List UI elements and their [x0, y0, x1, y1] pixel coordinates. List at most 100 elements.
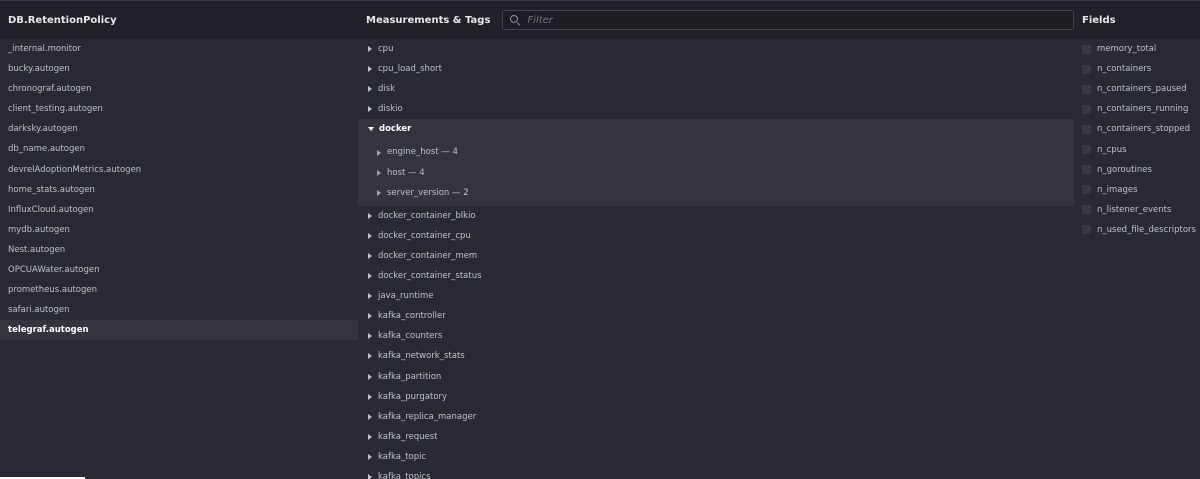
measurements-column-header: Measurements & Tags	[358, 1, 1074, 39]
measurement-item[interactable]: diskio	[358, 99, 1074, 119]
measurement-item[interactable]: kafka_network_stats	[358, 346, 1074, 366]
caret-right-icon	[368, 433, 372, 440]
measurement-item[interactable]: cpu_load_short	[358, 59, 1074, 79]
field-label: n_images	[1097, 184, 1138, 195]
field-checkbox[interactable]	[1082, 165, 1091, 175]
filter-input[interactable]	[527, 14, 1068, 26]
field-item[interactable]: n_cpus	[1074, 139, 1200, 159]
measurement-item[interactable]: kafka_purgatory	[358, 387, 1074, 407]
db-item[interactable]: Nest.autogen	[0, 240, 358, 260]
measurement-item[interactable]: kafka_topics	[358, 467, 1074, 479]
field-item[interactable]: memory_total	[1074, 39, 1200, 59]
field-checkbox[interactable]	[1082, 104, 1091, 114]
field-item[interactable]: n_images	[1074, 180, 1200, 200]
db-item[interactable]: _internal.monitor	[0, 39, 358, 59]
db-item-label: bucky.autogen	[8, 64, 70, 75]
expanded-measurement-group: docker engine_host — 4 host — 4 server_v…	[358, 119, 1074, 206]
measurement-label: docker_container_blkio	[378, 210, 476, 221]
tag-item[interactable]: server_version — 2	[358, 183, 1074, 203]
measurement-label: kafka_request	[378, 431, 438, 442]
measurement-item[interactable]: kafka_replica_manager	[358, 407, 1074, 427]
field-item[interactable]: n_containers_running	[1074, 99, 1200, 119]
db-item[interactable]: safari.autogen	[0, 300, 358, 320]
field-checkbox[interactable]	[1082, 64, 1091, 74]
db-item-label: db_name.autogen	[8, 144, 85, 155]
field-item[interactable]: n_containers_stopped	[1074, 119, 1200, 139]
caret-right-icon	[368, 252, 372, 259]
measurement-label: docker	[379, 124, 412, 135]
measurement-label: docker_container_mem	[378, 250, 478, 261]
db-item-label: mydb.autogen	[8, 224, 70, 235]
field-item[interactable]: n_goroutines	[1074, 160, 1200, 180]
db-item[interactable]: home_stats.autogen	[0, 180, 358, 200]
field-item[interactable]: n_listener_events	[1074, 200, 1200, 220]
tag-label: engine_host — 4	[387, 147, 458, 158]
measurement-item[interactable]: kafka_counters	[358, 326, 1074, 346]
caret-right-icon	[368, 333, 372, 340]
db-item-label: InfluxCloud.autogen	[8, 204, 94, 215]
db-column-title: DB.RetentionPolicy	[8, 14, 117, 26]
caret-right-icon	[368, 46, 372, 53]
field-checkbox[interactable]	[1082, 44, 1091, 54]
measurement-item[interactable]: docker_container_blkio	[358, 206, 1074, 226]
field-checkbox[interactable]	[1082, 205, 1091, 215]
filter-box[interactable]	[502, 10, 1074, 30]
measurement-item[interactable]: kafka_controller	[358, 306, 1074, 326]
db-item-label: _internal.monitor	[8, 44, 81, 54]
db-item[interactable]: OPCUAWater.autogen	[0, 260, 358, 280]
tag-item[interactable]: host — 4	[358, 163, 1074, 183]
tag-label: server_version — 2	[387, 187, 469, 198]
tag-item[interactable]: engine_host — 4	[358, 142, 1074, 162]
caret-right-icon	[368, 106, 372, 113]
field-list: memory_total n_containers n_containers_p…	[1074, 39, 1200, 240]
measurement-label: docker_container_status	[378, 271, 482, 282]
field-checkbox[interactable]	[1082, 145, 1091, 155]
field-checkbox[interactable]	[1082, 124, 1091, 134]
field-checkbox[interactable]	[1082, 225, 1091, 235]
field-checkbox[interactable]	[1082, 84, 1091, 94]
measurement-item[interactable]: cpu	[358, 39, 1074, 59]
measurement-label: diskio	[378, 104, 403, 115]
measurement-item-expanded[interactable]: docker	[358, 119, 1074, 139]
measurement-item[interactable]: kafka_partition	[358, 367, 1074, 387]
field-item[interactable]: n_containers_paused	[1074, 79, 1200, 99]
caret-down-icon	[368, 127, 374, 132]
db-item[interactable]: db_name.autogen	[0, 139, 358, 159]
measurement-label: kafka_purgatory	[378, 391, 447, 402]
db-item-label: home_stats.autogen	[8, 184, 95, 195]
caret-right-icon	[368, 86, 372, 93]
query-builder: DB.RetentionPolicy _internal.monitor buc…	[0, 0, 1200, 479]
db-item[interactable]: InfluxCloud.autogen	[0, 200, 358, 220]
field-label: n_containers	[1097, 64, 1152, 75]
measurement-item[interactable]: kafka_topic	[358, 447, 1074, 467]
caret-right-icon	[368, 373, 372, 380]
db-list: _internal.monitor bucky.autogen chronogr…	[0, 39, 358, 341]
db-item[interactable]: prometheus.autogen	[0, 280, 358, 300]
caret-right-icon	[377, 149, 381, 156]
measurement-item[interactable]: java_runtime	[358, 286, 1074, 306]
db-item-label: client_testing.autogen	[8, 104, 103, 115]
measurement-item[interactable]: docker_container_status	[358, 266, 1074, 286]
field-checkbox[interactable]	[1082, 185, 1091, 195]
caret-right-icon	[368, 353, 372, 360]
db-item[interactable]: devrelAdoptionMetrics.autogen	[0, 160, 358, 180]
db-item[interactable]: mydb.autogen	[0, 220, 358, 240]
measurement-label: cpu	[378, 44, 394, 54]
db-item[interactable]: darksky.autogen	[0, 119, 358, 139]
measurement-label: kafka_controller	[378, 311, 446, 322]
db-item[interactable]: client_testing.autogen	[0, 99, 358, 119]
db-item-selected[interactable]: telegraf.autogen	[0, 320, 358, 341]
measurement-item[interactable]: docker_container_mem	[358, 246, 1074, 266]
field-label: n_used_file_descriptors	[1097, 224, 1196, 235]
db-item[interactable]: chronograf.autogen	[0, 79, 358, 99]
measurement-item[interactable]: kafka_request	[358, 427, 1074, 447]
caret-right-icon	[368, 212, 372, 219]
db-item-label: darksky.autogen	[8, 124, 78, 135]
field-item[interactable]: n_used_file_descriptors	[1074, 220, 1200, 240]
field-item[interactable]: n_containers	[1074, 59, 1200, 79]
field-label: n_containers_running	[1097, 104, 1189, 115]
db-retention-policy-column: DB.RetentionPolicy _internal.monitor buc…	[0, 1, 358, 479]
db-item[interactable]: bucky.autogen	[0, 59, 358, 79]
measurement-item[interactable]: disk	[358, 79, 1074, 99]
measurement-item[interactable]: docker_container_cpu	[358, 226, 1074, 246]
